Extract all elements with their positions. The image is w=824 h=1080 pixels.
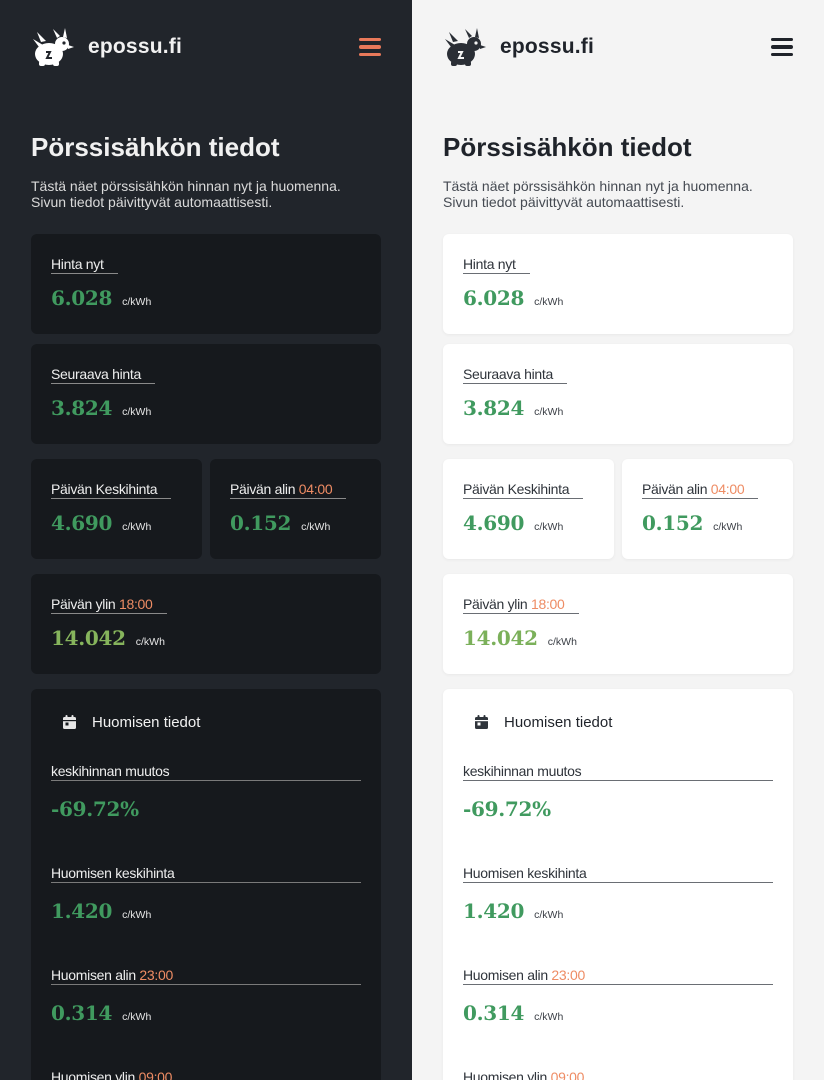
unit-label: c/kWh: [534, 1011, 564, 1023]
unit-label: c/kWh: [534, 521, 564, 533]
day-high-value: 14.042: [51, 626, 126, 650]
unit-label: c/kWh: [122, 909, 152, 921]
day-low-value: 0.152: [642, 511, 704, 535]
tomorrow-section: Huomisen tiedot keskihinnan muutos -69.7…: [31, 689, 381, 1080]
day-low-card: Päivän alin 04:00 0.152 c/kWh: [622, 459, 793, 559]
day-average-value: 4.690: [51, 511, 113, 535]
day-low-time: 04:00: [298, 481, 333, 497]
tomorrow-high: Huomisen ylin 09:00: [463, 1069, 773, 1080]
tomorrow-low: Huomisen alin 23:00 0.314 c/kWh: [51, 967, 361, 1025]
tomorrow-low-time: 23:00: [139, 967, 173, 983]
tomorrow-section: Huomisen tiedot keskihinnan muutos -69.7…: [443, 689, 793, 1080]
tomorrow-low-label: Huomisen alin 23:00: [51, 967, 361, 985]
day-high-label: Päivän ylin 18:00: [463, 596, 579, 614]
price-now-value: 6.028: [51, 286, 113, 310]
day-low-label: Päivän alin 04:00: [642, 481, 759, 499]
day-average-card: Päivän Keskihinta 4.690 c/kWh: [443, 459, 614, 559]
page-title: Pörssisähkön tiedot: [443, 132, 692, 162]
unit-label: c/kWh: [534, 909, 564, 921]
header: epossu.fi: [443, 26, 793, 68]
page-title: Pörssisähkön tiedot: [31, 132, 280, 162]
next-price-value: 3.824: [463, 396, 525, 420]
day-average-label: Päivän Keskihinta: [51, 481, 172, 499]
tomorrow-high: Huomisen ylin 09:00: [51, 1069, 361, 1080]
tomorrow-change: keskihinnan muutos -69.72%: [463, 763, 773, 821]
brand-name[interactable]: epossu.fi: [500, 35, 594, 59]
tomorrow-average-value: 1.420: [51, 899, 113, 923]
main-content: Pörssisähkön tiedot Tästä näet pörssisäh…: [443, 130, 793, 1080]
calendar-icon: [63, 715, 76, 729]
tomorrow-average: Huomisen keskihinta 1.420 c/kWh: [51, 865, 361, 923]
unit-label: c/kWh: [122, 1011, 152, 1023]
page-description: Tästä näet pörssisähkön hinnan nyt ja hu…: [31, 178, 341, 210]
unit-label: c/kWh: [122, 406, 152, 418]
day-high-time: 18:00: [531, 596, 565, 612]
logo-icon[interactable]: [443, 27, 487, 67]
tomorrow-average: Huomisen keskihinta 1.420 c/kWh: [463, 865, 773, 923]
day-low-time: 04:00: [710, 481, 745, 497]
tomorrow-average-value: 1.420: [463, 899, 525, 923]
calendar-icon: [475, 715, 488, 729]
tomorrow-title: Huomisen tiedot: [92, 713, 201, 731]
hamburger-menu-icon[interactable]: [359, 36, 381, 58]
day-high-card: Päivän ylin 18:00 14.042 c/kWh: [443, 574, 793, 674]
page-description: Tästä näet pörssisähkön hinnan nyt ja hu…: [443, 178, 753, 210]
tomorrow-low-label: Huomisen alin 23:00: [463, 967, 773, 985]
unit-label: c/kWh: [122, 521, 152, 533]
unit-label: c/kWh: [122, 296, 152, 308]
price-now-value: 6.028: [463, 286, 525, 310]
day-low-label: Päivän alin 04:00: [230, 481, 347, 499]
logo-icon[interactable]: [31, 27, 75, 67]
day-low-card: Päivän alin 04:00 0.152 c/kWh: [210, 459, 381, 559]
next-price-value: 3.824: [51, 396, 113, 420]
tomorrow-low-value: 0.314: [51, 1001, 113, 1025]
day-high-label: Päivän ylin 18:00: [51, 596, 167, 614]
tomorrow-title: Huomisen tiedot: [504, 713, 613, 731]
tomorrow-average-label: Huomisen keskihinta: [51, 865, 361, 883]
unit-label: c/kWh: [135, 636, 165, 648]
light-theme-panel: epossu.fi Pörssisähkön tiedot Tästä näet…: [412, 0, 824, 1080]
tomorrow-change-value: -69.72%: [51, 797, 139, 821]
tomorrow-change-label: keskihinnan muutos: [51, 763, 361, 781]
day-average-label: Päivän Keskihinta: [463, 481, 584, 499]
price-now-label: Hinta nyt: [51, 256, 118, 274]
header: epossu.fi: [31, 26, 381, 68]
tomorrow-low-value: 0.314: [463, 1001, 525, 1025]
tomorrow-change-label: keskihinnan muutos: [463, 763, 773, 781]
unit-label: c/kWh: [713, 521, 743, 533]
day-low-value: 0.152: [230, 511, 292, 535]
tomorrow-low: Huomisen alin 23:00 0.314 c/kWh: [463, 967, 773, 1025]
day-average-card: Päivän Keskihinta 4.690 c/kWh: [31, 459, 202, 559]
day-high-card: Päivän ylin 18:00 14.042 c/kWh: [31, 574, 381, 674]
day-average-value: 4.690: [463, 511, 525, 535]
next-price-label: Seuraava hinta: [463, 366, 567, 384]
next-price-card: Seuraava hinta 3.824 c/kWh: [443, 344, 793, 444]
price-now-card: Hinta nyt 6.028 c/kWh: [31, 234, 381, 334]
price-now-card: Hinta nyt 6.028 c/kWh: [443, 234, 793, 334]
dark-theme-panel: epossu.fi Pörssisähkön tiedot Tästä näet…: [0, 0, 412, 1080]
price-now-label: Hinta nyt: [463, 256, 530, 274]
hamburger-menu-icon[interactable]: [771, 36, 793, 58]
brand-name[interactable]: epossu.fi: [88, 35, 182, 59]
tomorrow-low-time: 23:00: [551, 967, 585, 983]
unit-label: c/kWh: [301, 521, 331, 533]
unit-label: c/kWh: [534, 296, 564, 308]
tomorrow-average-label: Huomisen keskihinta: [463, 865, 773, 883]
tomorrow-high-time: 09:00: [138, 1069, 173, 1080]
tomorrow-high-label: Huomisen ylin 09:00: [463, 1069, 773, 1080]
unit-label: c/kWh: [547, 636, 577, 648]
tomorrow-change: keskihinnan muutos -69.72%: [51, 763, 361, 821]
tomorrow-high-time: 09:00: [550, 1069, 585, 1080]
unit-label: c/kWh: [534, 406, 564, 418]
day-high-value: 14.042: [463, 626, 538, 650]
day-high-time: 18:00: [119, 596, 153, 612]
tomorrow-change-value: -69.72%: [463, 797, 551, 821]
next-price-card: Seuraava hinta 3.824 c/kWh: [31, 344, 381, 444]
tomorrow-high-label: Huomisen ylin 09:00: [51, 1069, 361, 1080]
main-content: Pörssisähkön tiedot Tästä näet pörssisäh…: [31, 130, 381, 1080]
next-price-label: Seuraava hinta: [51, 366, 155, 384]
